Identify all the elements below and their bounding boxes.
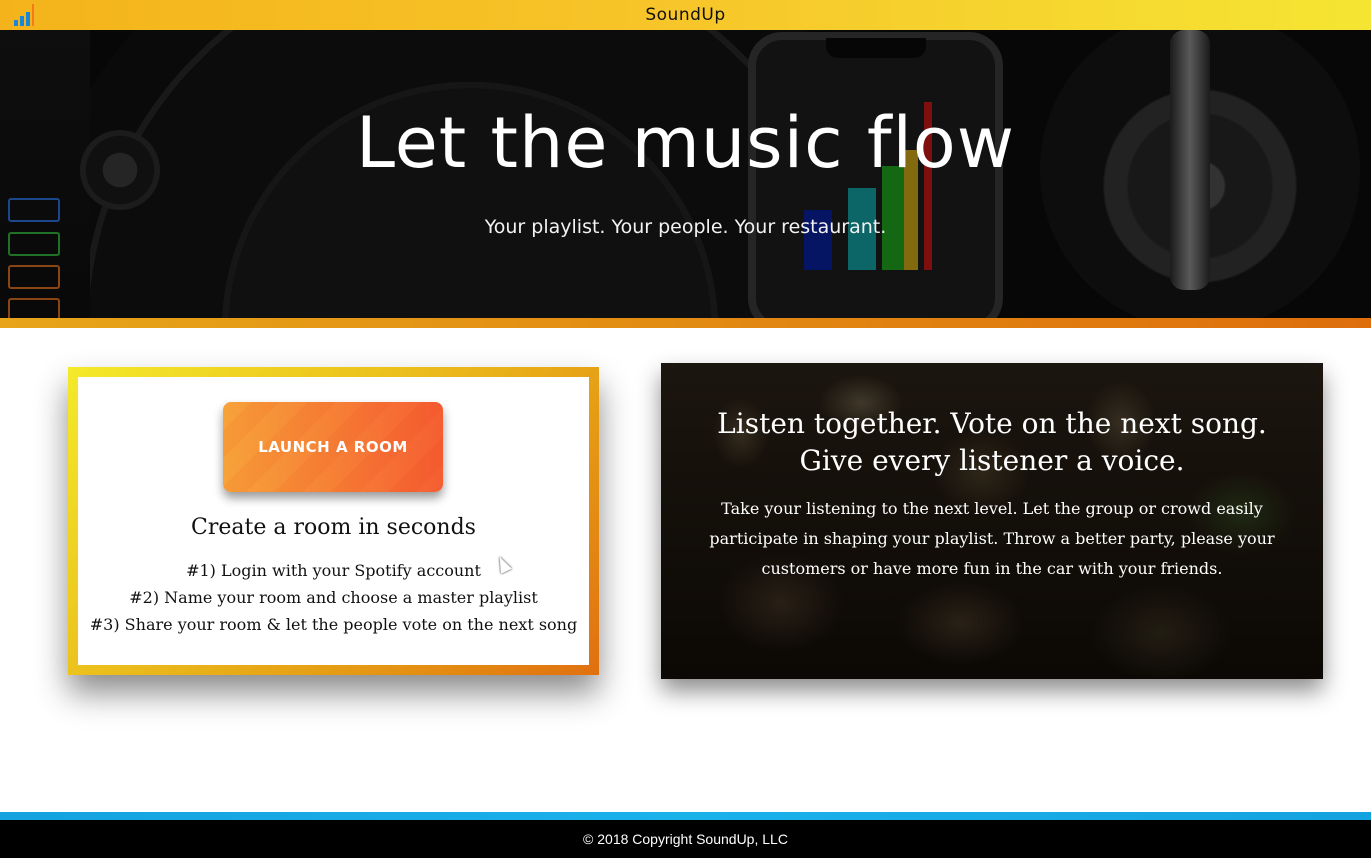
footer-divider bbox=[0, 812, 1371, 820]
top-bar: SoundUp bbox=[0, 0, 1371, 30]
hero-title: Let the music flow bbox=[355, 102, 1016, 184]
steps-list: #1) Login with your Spotify account #2) … bbox=[78, 557, 589, 638]
bar-chart-logo-icon[interactable] bbox=[14, 4, 34, 26]
hero-banner: Let the music flow Your playlist. Your p… bbox=[0, 30, 1371, 318]
brand-title[interactable]: SoundUp bbox=[645, 5, 725, 25]
step-item: #3) Share your room & let the people vot… bbox=[89, 615, 578, 634]
listen-together-heading: Listen together. Vote on the next song. … bbox=[717, 407, 1267, 477]
hero-divider bbox=[0, 318, 1371, 328]
launch-room-button-label: LAUNCH A ROOM bbox=[258, 438, 408, 456]
step-item: #2) Name your room and choose a master p… bbox=[129, 588, 538, 607]
hero-tagline: Your playlist. Your people. Your restaur… bbox=[484, 216, 887, 238]
launch-room-button[interactable]: LAUNCH A ROOM bbox=[223, 402, 443, 492]
footer: © 2018 Copyright SoundUp, LLC bbox=[0, 820, 1371, 858]
create-room-heading: Create a room in seconds bbox=[191, 515, 476, 540]
listen-together-card: Listen together. Vote on the next song. … bbox=[661, 363, 1323, 679]
launch-room-card: LAUNCH A ROOM Create a room in seconds #… bbox=[68, 367, 599, 675]
step-item: #1) Login with your Spotify account bbox=[186, 561, 481, 580]
copyright-text: © 2018 Copyright SoundUp, LLC bbox=[583, 831, 788, 847]
launch-room-card-body: LAUNCH A ROOM Create a room in seconds #… bbox=[78, 377, 589, 665]
listen-together-description: Take your listening to the next level. L… bbox=[709, 499, 1275, 578]
